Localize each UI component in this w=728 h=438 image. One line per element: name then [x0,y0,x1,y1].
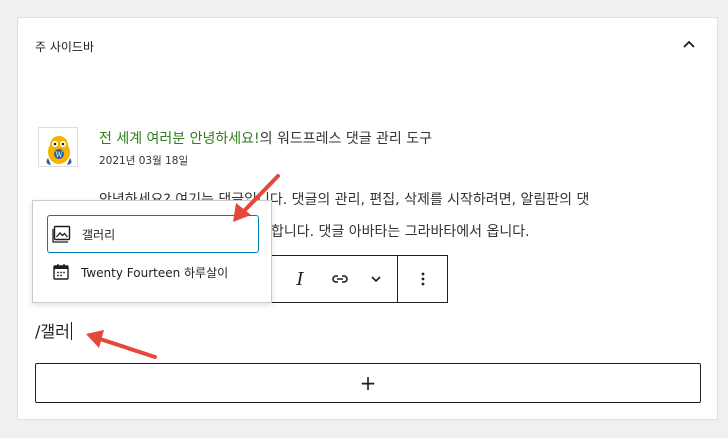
gallery-icon [52,225,71,243]
comment-title: 전 세계 여러분 안녕하세요!의 워드프레스 댓글 관리 도구 [99,128,432,148]
chevron-up-icon[interactable] [680,36,698,54]
option-gallery[interactable]: 갤러리 [47,215,259,253]
comment-title-rest[interactable]: 의 워드프레스 댓글 관리 도구 [260,131,432,147]
option-twenty-fourteen-ephemera[interactable]: Twenty Fourteen 하루살이 [47,253,259,291]
block-autocomplete-popup: 갤러리 Twenty Fourteen 하루살이 [32,200,272,303]
calendar-icon [53,264,69,280]
chevron-down-icon [371,276,381,283]
block-options-button[interactable] [400,256,446,302]
add-block-button[interactable]: + [35,363,701,403]
link-button[interactable] [322,256,358,302]
italic-button[interactable]: I [282,256,318,302]
comment-post-link[interactable]: 전 세계 여러분 안녕하세요! [99,131,260,147]
svg-text:W: W [55,151,63,159]
comment-avatar: W [38,127,78,167]
panel-title: 주 사이드바 [35,40,95,54]
option-twenty-fourteen-label: Twenty Fourteen 하루살이 [81,265,229,280]
comment-date: 2021년 03월 18일 [99,155,189,167]
slash-command-text[interactable]: /갤러 [35,322,70,341]
text-caret [70,322,72,340]
toolbar-divider [397,256,398,302]
panel-header[interactable]: 주 사이드바 [18,18,717,74]
block-toolbar: I [252,255,448,303]
link-icon [332,275,348,283]
paragraph-editor[interactable]: /갤러 [35,318,72,342]
option-gallery-label: 갤러리 [82,227,116,242]
wapuu-avatar-icon: W [39,128,77,166]
comment-body-line-2: 합니다. 댓글 아바타는 그라바타에서 옵니다. [271,224,530,240]
more-rich-text-button[interactable] [358,256,394,302]
more-vertical-icon [421,272,425,286]
